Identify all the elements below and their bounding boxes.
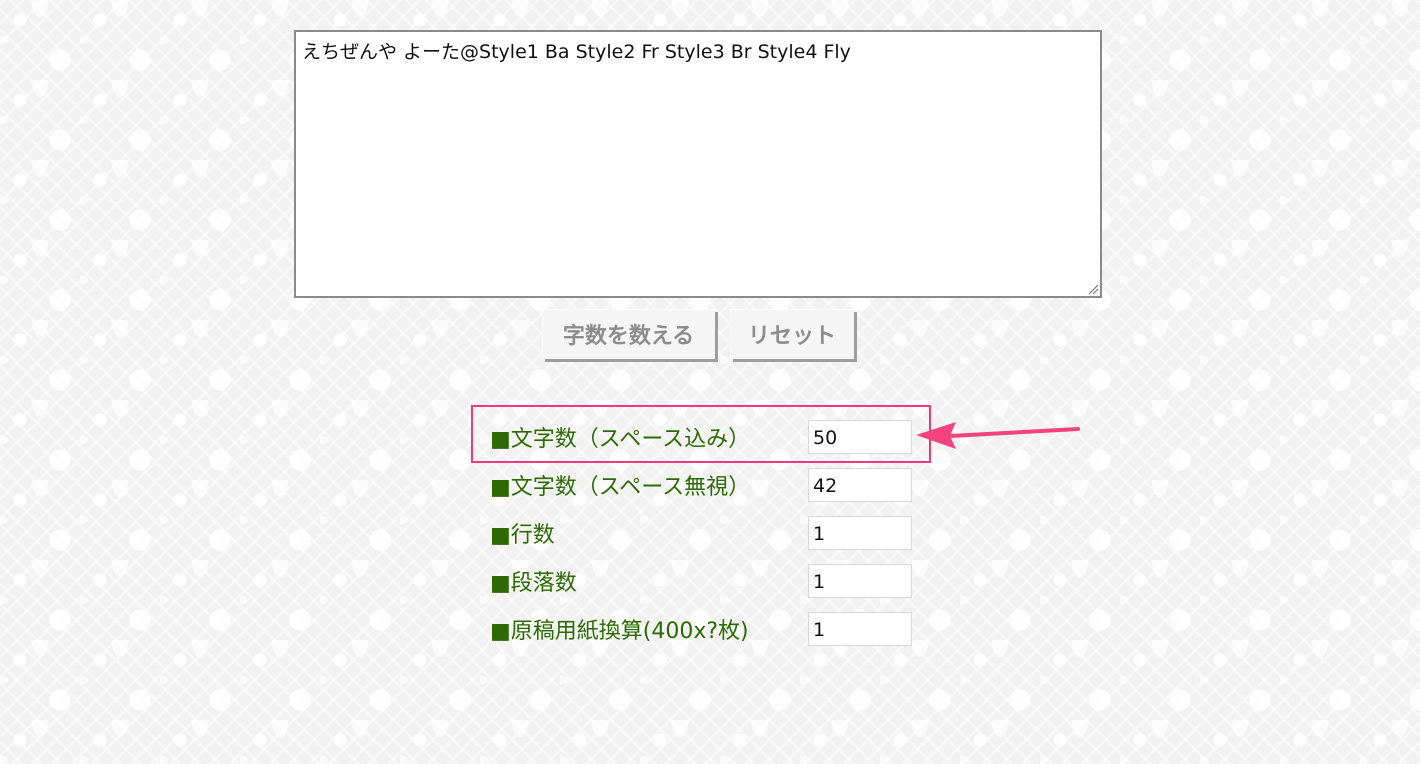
result-row-lines: ■行数 1 <box>490 515 912 551</box>
result-label: ■文字数（スペース無視） <box>490 475 751 500</box>
chars-without-spaces-field[interactable]: 42 <box>808 468 912 502</box>
result-label: ■原稿用紙換算(400x?枚) <box>490 619 749 644</box>
result-label: ■行数 <box>490 523 555 548</box>
highlight-box <box>471 405 931 463</box>
resize-grip-icon[interactable] <box>1087 283 1099 295</box>
result-row-paragraphs: ■段落数 1 <box>490 563 912 599</box>
manuscript-pages-field[interactable]: 1 <box>808 612 912 646</box>
result-row-manuscript-pages: ■原稿用紙換算(400x?枚) 1 <box>490 611 912 647</box>
text-input-area[interactable]: えちぜんや よーた@Style1 Ba Style2 Fr Style3 Br … <box>294 30 1102 298</box>
paragraph-count-field[interactable]: 1 <box>808 564 912 598</box>
arrow-left-icon <box>916 422 1080 449</box>
count-characters-button[interactable]: 字数を数える <box>542 309 715 359</box>
result-row-chars-without-spaces: ■文字数（スペース無視） 42 <box>490 467 912 503</box>
result-label: ■段落数 <box>490 571 577 596</box>
reset-button[interactable]: リセット <box>730 309 854 359</box>
line-count-field[interactable]: 1 <box>808 516 912 550</box>
